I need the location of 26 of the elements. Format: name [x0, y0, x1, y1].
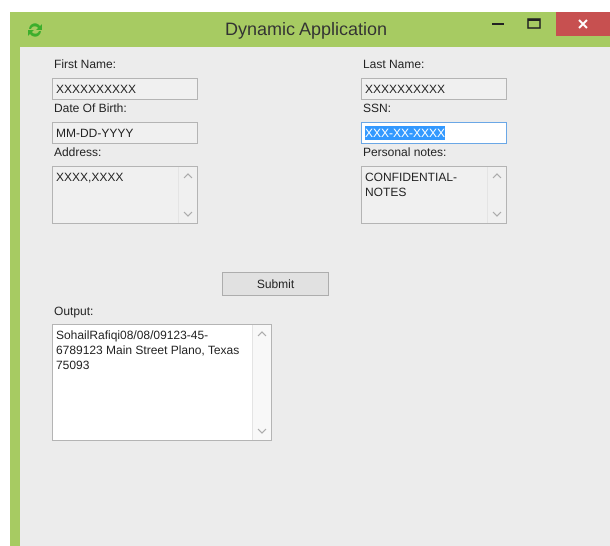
- refresh-icon: [26, 20, 44, 38]
- text-field[interactable]: XXXXXXXXXX: [361, 78, 507, 100]
- field-label: Last Name:: [363, 57, 426, 72]
- field-label: Address:: [54, 145, 102, 160]
- text-area[interactable]: CONFIDENTIAL-NOTES: [361, 166, 507, 224]
- field-label: Personal notes:: [363, 145, 448, 160]
- field-label: SSN:: [363, 101, 392, 116]
- field-label: First Name:: [54, 57, 118, 72]
- scroll-up-icon[interactable]: [492, 173, 502, 179]
- scroll-down-icon[interactable]: [257, 428, 267, 434]
- scroll-up-icon[interactable]: [257, 331, 267, 337]
- scroll-down-icon[interactable]: [492, 211, 502, 217]
- scroll-down-icon[interactable]: [183, 211, 193, 217]
- text-field[interactable]: MM-DD-YYYY: [52, 122, 198, 144]
- text-area[interactable]: XXXX,XXXX: [52, 166, 198, 224]
- close-button[interactable]: [556, 12, 610, 36]
- scroll-up-icon[interactable]: [183, 173, 193, 179]
- output-text-area[interactable]: SohailRafiqi08/08/09123-45-6789123 Main Street Plano, Texas 75093: [52, 324, 272, 441]
- maximize-icon: [527, 18, 541, 30]
- minimize-icon: [492, 22, 504, 26]
- text-field[interactable]: XXXXXXXXXX: [52, 78, 198, 100]
- submit-button[interactable]: Submit: [222, 272, 329, 296]
- field-label: Date Of Birth:: [54, 101, 128, 116]
- window-title: Dynamic Application: [224, 19, 388, 40]
- output-label: Output:: [54, 304, 94, 318]
- close-icon: [577, 18, 589, 30]
